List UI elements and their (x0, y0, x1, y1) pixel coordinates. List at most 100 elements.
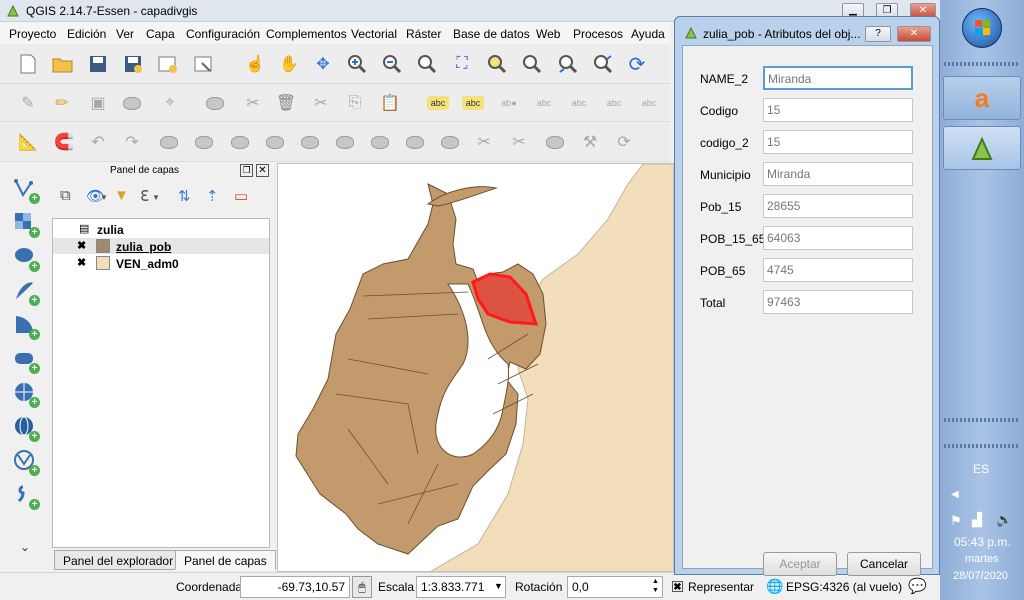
field-input-pob1565[interactable]: 64063 (763, 226, 913, 250)
delete-selected-icon[interactable]: ✂ (241, 91, 265, 115)
zoom-out-icon[interactable] (380, 52, 404, 76)
volume-icon[interactable]: 🔈 (996, 512, 1012, 528)
action-center-icon[interactable]: ⚑ (950, 513, 962, 529)
map-canvas[interactable] (277, 163, 674, 572)
toggle-editing-icon[interactable]: ✏ (50, 91, 74, 115)
help-button[interactable]: ? (865, 26, 891, 42)
coordinate-field[interactable]: -69.73,10.57 (240, 576, 350, 598)
add-delimited-text-layer-icon[interactable]: + (10, 480, 40, 510)
layer-checkbox[interactable]: ✖ (77, 241, 88, 252)
delete-ring-icon[interactable] (333, 130, 357, 154)
zoom-native-icon[interactable] (415, 52, 439, 76)
menu-procesos[interactable]: Procesos (573, 27, 623, 41)
messages-icon[interactable]: 💬 (908, 577, 927, 595)
dialog-close-button[interactable]: ✕ (897, 26, 931, 42)
menu-configuracion[interactable]: Configuración (186, 27, 260, 41)
rotation-spinner-icon[interactable]: ▲ ▼ (652, 577, 659, 595)
layer-row-zulia-pob[interactable]: ✖ zulia_pob (53, 238, 269, 254)
field-input-total[interactable]: 97463 (763, 290, 913, 314)
trash-icon[interactable]: 🗑 (274, 91, 298, 115)
menu-proyecto[interactable]: Proyecto (9, 27, 56, 41)
add-wcs-layer-icon[interactable]: + (10, 412, 40, 442)
open-project-icon[interactable] (51, 52, 75, 76)
add-oracle-layer-icon[interactable]: + (10, 344, 40, 374)
menu-base-de-datos[interactable]: Base de datos (453, 27, 530, 41)
panel-close-button[interactable]: ✕ (256, 164, 269, 177)
save-project-icon[interactable] (86, 52, 110, 76)
layer-row-ven-adm0[interactable]: ✖ VEN_adm0 (53, 255, 269, 271)
zoom-full-icon[interactable]: ⛶ (450, 52, 474, 76)
pan-map-icon[interactable]: ✋ (277, 52, 301, 76)
field-input-pob65[interactable]: 4745 (763, 258, 913, 282)
scale-field[interactable]: 1:3.833.771 (416, 576, 506, 598)
split-features-icon[interactable]: ✂ (472, 130, 496, 154)
field-input-municipio[interactable]: Miranda (763, 162, 913, 186)
menu-web[interactable]: Web (536, 27, 560, 41)
menu-vectorial[interactable]: Vectorial (351, 27, 397, 41)
delete-part-icon[interactable] (368, 130, 392, 154)
field-input-name2[interactable]: Miranda (763, 66, 913, 90)
fill-ring-icon[interactable] (298, 130, 322, 154)
add-wms-layer-icon[interactable]: + (10, 378, 40, 408)
scale-dropdown-icon[interactable]: ▼ (494, 581, 503, 591)
field-input-codigo[interactable]: 15 (763, 98, 913, 122)
add-spatialite-layer-icon[interactable]: + (10, 276, 40, 306)
tab-explorer-panel[interactable]: Panel del explorador (54, 550, 183, 570)
offset-curve-icon[interactable] (438, 130, 462, 154)
node-tool-icon[interactable]: ⌖ (158, 91, 182, 115)
ruler-icon[interactable]: 📐 (16, 130, 40, 154)
menu-ayuda[interactable]: Ayuda (631, 27, 665, 41)
chevron-down-icon-2[interactable]: ▼ (152, 193, 160, 202)
language-indicator[interactable]: ES (973, 462, 989, 476)
enable-snapping-icon[interactable]: 🧲 (52, 130, 76, 154)
taskbar-avast[interactable]: a (943, 76, 1021, 120)
rotate-label-icon[interactable]: abc (602, 91, 626, 115)
add-raster-layer-icon[interactable]: + (10, 208, 40, 238)
rotate-feature-icon[interactable] (157, 130, 181, 154)
mouse-coordinate-toggle-icon[interactable]: 🖱 (352, 576, 372, 598)
start-button[interactable] (962, 8, 1002, 48)
new-project-icon[interactable] (16, 52, 40, 76)
zoom-next-icon[interactable] (591, 52, 615, 76)
label-tool-icon[interactable]: abc (427, 96, 449, 110)
filter-legend-icon[interactable]: ▼ (114, 187, 129, 204)
save-edits-icon[interactable]: ▣ (86, 91, 110, 115)
filter-expression-icon[interactable]: ℇ (140, 187, 149, 205)
composer-manager-icon[interactable] (192, 52, 216, 76)
add-vector-layer-icon[interactable]: + (10, 174, 40, 204)
move-label-icon[interactable]: abc (567, 91, 591, 115)
network-icon[interactable]: ▟ (972, 512, 982, 528)
undo-icon[interactable]: ↶ (86, 130, 110, 154)
crs-label[interactable]: EPSG:4326 (al vuelo) (786, 580, 902, 594)
merge-features-icon[interactable] (543, 130, 567, 154)
remove-layer-icon[interactable]: ▭ (234, 187, 248, 205)
rotate-symbols-icon[interactable]: ⟳ (612, 130, 636, 154)
accept-button[interactable]: Aceptar (763, 552, 837, 576)
reshape-features-icon[interactable] (403, 130, 427, 154)
show-hidden-icons[interactable]: ◀ (951, 489, 959, 500)
add-postgis-layer-icon[interactable]: + (10, 242, 40, 272)
menu-ver[interactable]: Ver (116, 27, 134, 41)
save-as-icon[interactable] (121, 52, 145, 76)
render-checkbox[interactable]: ✖ (672, 581, 683, 593)
panel-float-button[interactable]: ❐ (240, 164, 253, 177)
rotation-field[interactable]: 0,0 (567, 576, 663, 598)
new-print-composer-icon[interactable] (156, 52, 180, 76)
add-feature-icon[interactable] (120, 91, 144, 115)
field-input-pob15[interactable]: 28655 (763, 194, 913, 218)
menu-capa[interactable]: Capa (146, 27, 175, 41)
pin-labels-icon[interactable]: abc (462, 96, 484, 110)
pan-to-selection-icon[interactable]: ✥ (311, 52, 335, 76)
chevron-down-icon[interactable]: ▼ (100, 193, 108, 202)
add-group-icon[interactable]: ⧉ (60, 187, 71, 204)
clock-time[interactable]: 05:43 p.m. (954, 535, 1011, 549)
expand-all-icon[interactable]: ⇅ (178, 187, 191, 205)
change-label-icon[interactable]: abc (637, 91, 661, 115)
group-row[interactable]: ▤ zulia (53, 221, 269, 237)
zoom-to-layer-icon[interactable] (520, 52, 544, 76)
split-parts-icon[interactable]: ✂ (507, 130, 531, 154)
merge-attributes-icon[interactable]: ⚒ (578, 130, 602, 154)
tab-layers-panel[interactable]: Panel de capas (175, 550, 276, 570)
highlight-labels-icon[interactable]: ab● (497, 91, 521, 115)
taskbar-qgis[interactable] (943, 126, 1021, 170)
